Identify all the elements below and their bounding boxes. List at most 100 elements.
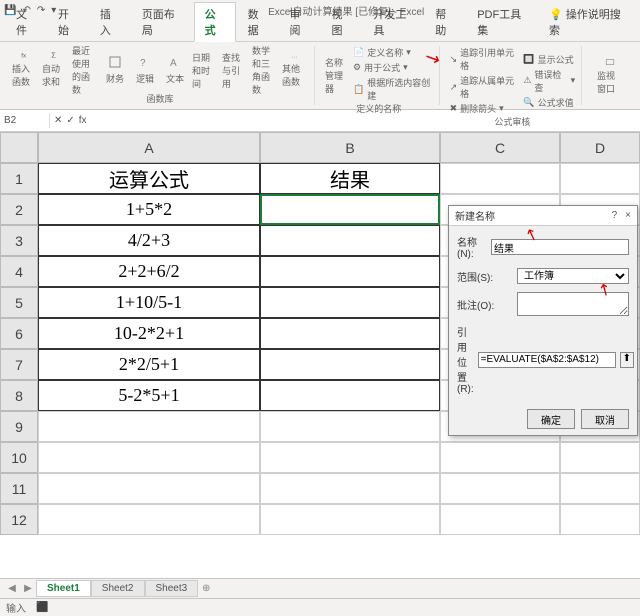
cell-D11[interactable] bbox=[560, 473, 640, 504]
new-sheet-icon[interactable]: ⊕ bbox=[198, 583, 214, 594]
cell-B2[interactable] bbox=[260, 194, 440, 225]
dialog-close-icon[interactable]: × bbox=[625, 210, 631, 221]
datetime-button[interactable]: 日期和时间 bbox=[192, 50, 218, 88]
cell-A6[interactable]: 10-2*2+1 bbox=[38, 318, 260, 349]
tab-help[interactable]: 帮助 bbox=[425, 3, 465, 41]
cell-B7[interactable] bbox=[260, 349, 440, 380]
cell-B8[interactable] bbox=[260, 380, 440, 411]
cell-C11[interactable] bbox=[440, 473, 560, 504]
autosum-button[interactable]: Σ自动求和 bbox=[42, 50, 68, 88]
cell-A2[interactable]: 1+5*2 bbox=[38, 194, 260, 225]
sheet-nav-prev-icon[interactable]: ◀ bbox=[4, 583, 20, 594]
row-header-2[interactable]: 2 bbox=[0, 194, 38, 225]
cell-B1[interactable]: 结果 bbox=[260, 163, 440, 194]
tab-insert[interactable]: 插入 bbox=[90, 3, 130, 41]
name-box[interactable]: B2 bbox=[0, 113, 50, 128]
use-in-formula-button[interactable]: ⚙ 用于公式 ▾ bbox=[353, 61, 433, 74]
scope-select[interactable]: 工作簿 bbox=[517, 268, 629, 284]
ok-button[interactable]: 确定 bbox=[527, 409, 575, 429]
ref-input[interactable] bbox=[478, 352, 616, 368]
cell-D10[interactable] bbox=[560, 442, 640, 473]
show-formulas-button[interactable]: 🔲 显示公式 bbox=[523, 53, 575, 66]
cell-B12[interactable] bbox=[260, 504, 440, 535]
cell-A7[interactable]: 2*2/5+1 bbox=[38, 349, 260, 380]
col-header-C[interactable]: C bbox=[440, 132, 560, 163]
financial-button[interactable]: 财务 bbox=[102, 50, 128, 88]
tab-formulas[interactable]: 公式 bbox=[194, 2, 236, 42]
sheet-tab-3[interactable]: Sheet3 bbox=[145, 580, 199, 597]
select-all-corner[interactable] bbox=[0, 132, 38, 163]
logical-button[interactable]: ?逻辑 bbox=[132, 50, 158, 88]
tab-layout[interactable]: 页面布局 bbox=[132, 3, 192, 41]
cancel-icon[interactable]: ✕ bbox=[54, 115, 62, 126]
cell-A1[interactable]: 运算公式 bbox=[38, 163, 260, 194]
cell-D12[interactable] bbox=[560, 504, 640, 535]
cell-A12[interactable] bbox=[38, 504, 260, 535]
cell-A8[interactable]: 5-2*5+1 bbox=[38, 380, 260, 411]
col-header-B[interactable]: B bbox=[260, 132, 440, 163]
cell-A3[interactable]: 4/2+3 bbox=[38, 225, 260, 256]
fx-icon[interactable]: fx bbox=[79, 115, 87, 126]
comment-input[interactable] bbox=[517, 292, 629, 316]
lookup-button[interactable]: 查找与引用 bbox=[222, 50, 248, 88]
macro-record-icon[interactable]: ⬛ bbox=[36, 602, 48, 613]
evaluate-formula-button[interactable]: 🔍 公式求值 bbox=[523, 96, 575, 109]
cell-D1[interactable] bbox=[560, 163, 640, 194]
tab-pdf[interactable]: PDF工具集 bbox=[467, 3, 537, 41]
enter-icon[interactable]: ✓ bbox=[66, 115, 74, 126]
define-name-button[interactable]: 📄 定义名称 ▾ bbox=[353, 46, 433, 59]
tab-data[interactable]: 数据 bbox=[238, 3, 278, 41]
tab-home[interactable]: 开始 bbox=[48, 3, 88, 41]
cell-C1[interactable] bbox=[440, 163, 560, 194]
row-header-8[interactable]: 8 bbox=[0, 380, 38, 411]
cell-C12[interactable] bbox=[440, 504, 560, 535]
cell-B4[interactable] bbox=[260, 256, 440, 287]
row-header-12[interactable]: 12 bbox=[0, 504, 38, 535]
watch-window-button[interactable]: 监视窗口 bbox=[597, 57, 623, 95]
row-header-11[interactable]: 11 bbox=[0, 473, 38, 504]
tab-review[interactable]: 审阅 bbox=[280, 3, 320, 41]
insert-function-button[interactable]: fx插入函数 bbox=[12, 50, 38, 88]
name-manager-button[interactable]: 名称管理器 bbox=[325, 55, 349, 93]
cell-B10[interactable] bbox=[260, 442, 440, 473]
trace-precedents-button[interactable]: ↘ 追踪引用单元格 bbox=[450, 46, 520, 72]
text-button[interactable]: A文本 bbox=[162, 50, 188, 88]
trace-dependents-button[interactable]: ↗ 追踪从属单元格 bbox=[450, 74, 520, 100]
cell-B5[interactable] bbox=[260, 287, 440, 318]
create-from-selection-button[interactable]: 📋 根据所选内容创建 bbox=[353, 76, 433, 102]
cell-B11[interactable] bbox=[260, 473, 440, 504]
cancel-button[interactable]: 取消 bbox=[581, 409, 629, 429]
tab-dev[interactable]: 开发工具 bbox=[363, 3, 423, 41]
row-header-6[interactable]: 6 bbox=[0, 318, 38, 349]
name-input[interactable] bbox=[491, 239, 629, 255]
col-header-A[interactable]: A bbox=[38, 132, 260, 163]
tell-me[interactable]: 💡 操作说明搜索 bbox=[539, 3, 634, 41]
row-header-1[interactable]: 1 bbox=[0, 163, 38, 194]
recent-button[interactable]: 最近使用的函数 bbox=[72, 50, 98, 88]
cell-B3[interactable] bbox=[260, 225, 440, 256]
sheet-nav-next-icon[interactable]: ▶ bbox=[20, 583, 36, 594]
cell-A5[interactable]: 1+10/5-1 bbox=[38, 287, 260, 318]
tab-file[interactable]: 文件 bbox=[6, 3, 46, 41]
col-header-D[interactable]: D bbox=[560, 132, 640, 163]
row-header-3[interactable]: 3 bbox=[0, 225, 38, 256]
math-button[interactable]: θ数学和三角函数 bbox=[252, 50, 278, 88]
cell-A11[interactable] bbox=[38, 473, 260, 504]
row-header-7[interactable]: 7 bbox=[0, 349, 38, 380]
row-header-10[interactable]: 10 bbox=[0, 442, 38, 473]
ref-picker-icon[interactable]: ⬆ bbox=[620, 352, 634, 368]
cell-C10[interactable] bbox=[440, 442, 560, 473]
dialog-help-icon[interactable]: ? bbox=[612, 210, 618, 221]
more-functions-button[interactable]: …其他函数 bbox=[282, 50, 308, 88]
error-check-button[interactable]: ⚠ 错误检查 ▾ bbox=[523, 68, 575, 94]
row-header-9[interactable]: 9 bbox=[0, 411, 38, 442]
remove-arrows-button[interactable]: ✖ 删除箭头 ▾ bbox=[450, 102, 520, 115]
cell-A9[interactable] bbox=[38, 411, 260, 442]
row-header-4[interactable]: 4 bbox=[0, 256, 38, 287]
cell-B9[interactable] bbox=[260, 411, 440, 442]
sheet-tab-2[interactable]: Sheet2 bbox=[91, 580, 145, 597]
cell-A4[interactable]: 2+2+6/2 bbox=[38, 256, 260, 287]
cell-B6[interactable] bbox=[260, 318, 440, 349]
cell-A10[interactable] bbox=[38, 442, 260, 473]
sheet-tab-1[interactable]: Sheet1 bbox=[36, 580, 91, 597]
